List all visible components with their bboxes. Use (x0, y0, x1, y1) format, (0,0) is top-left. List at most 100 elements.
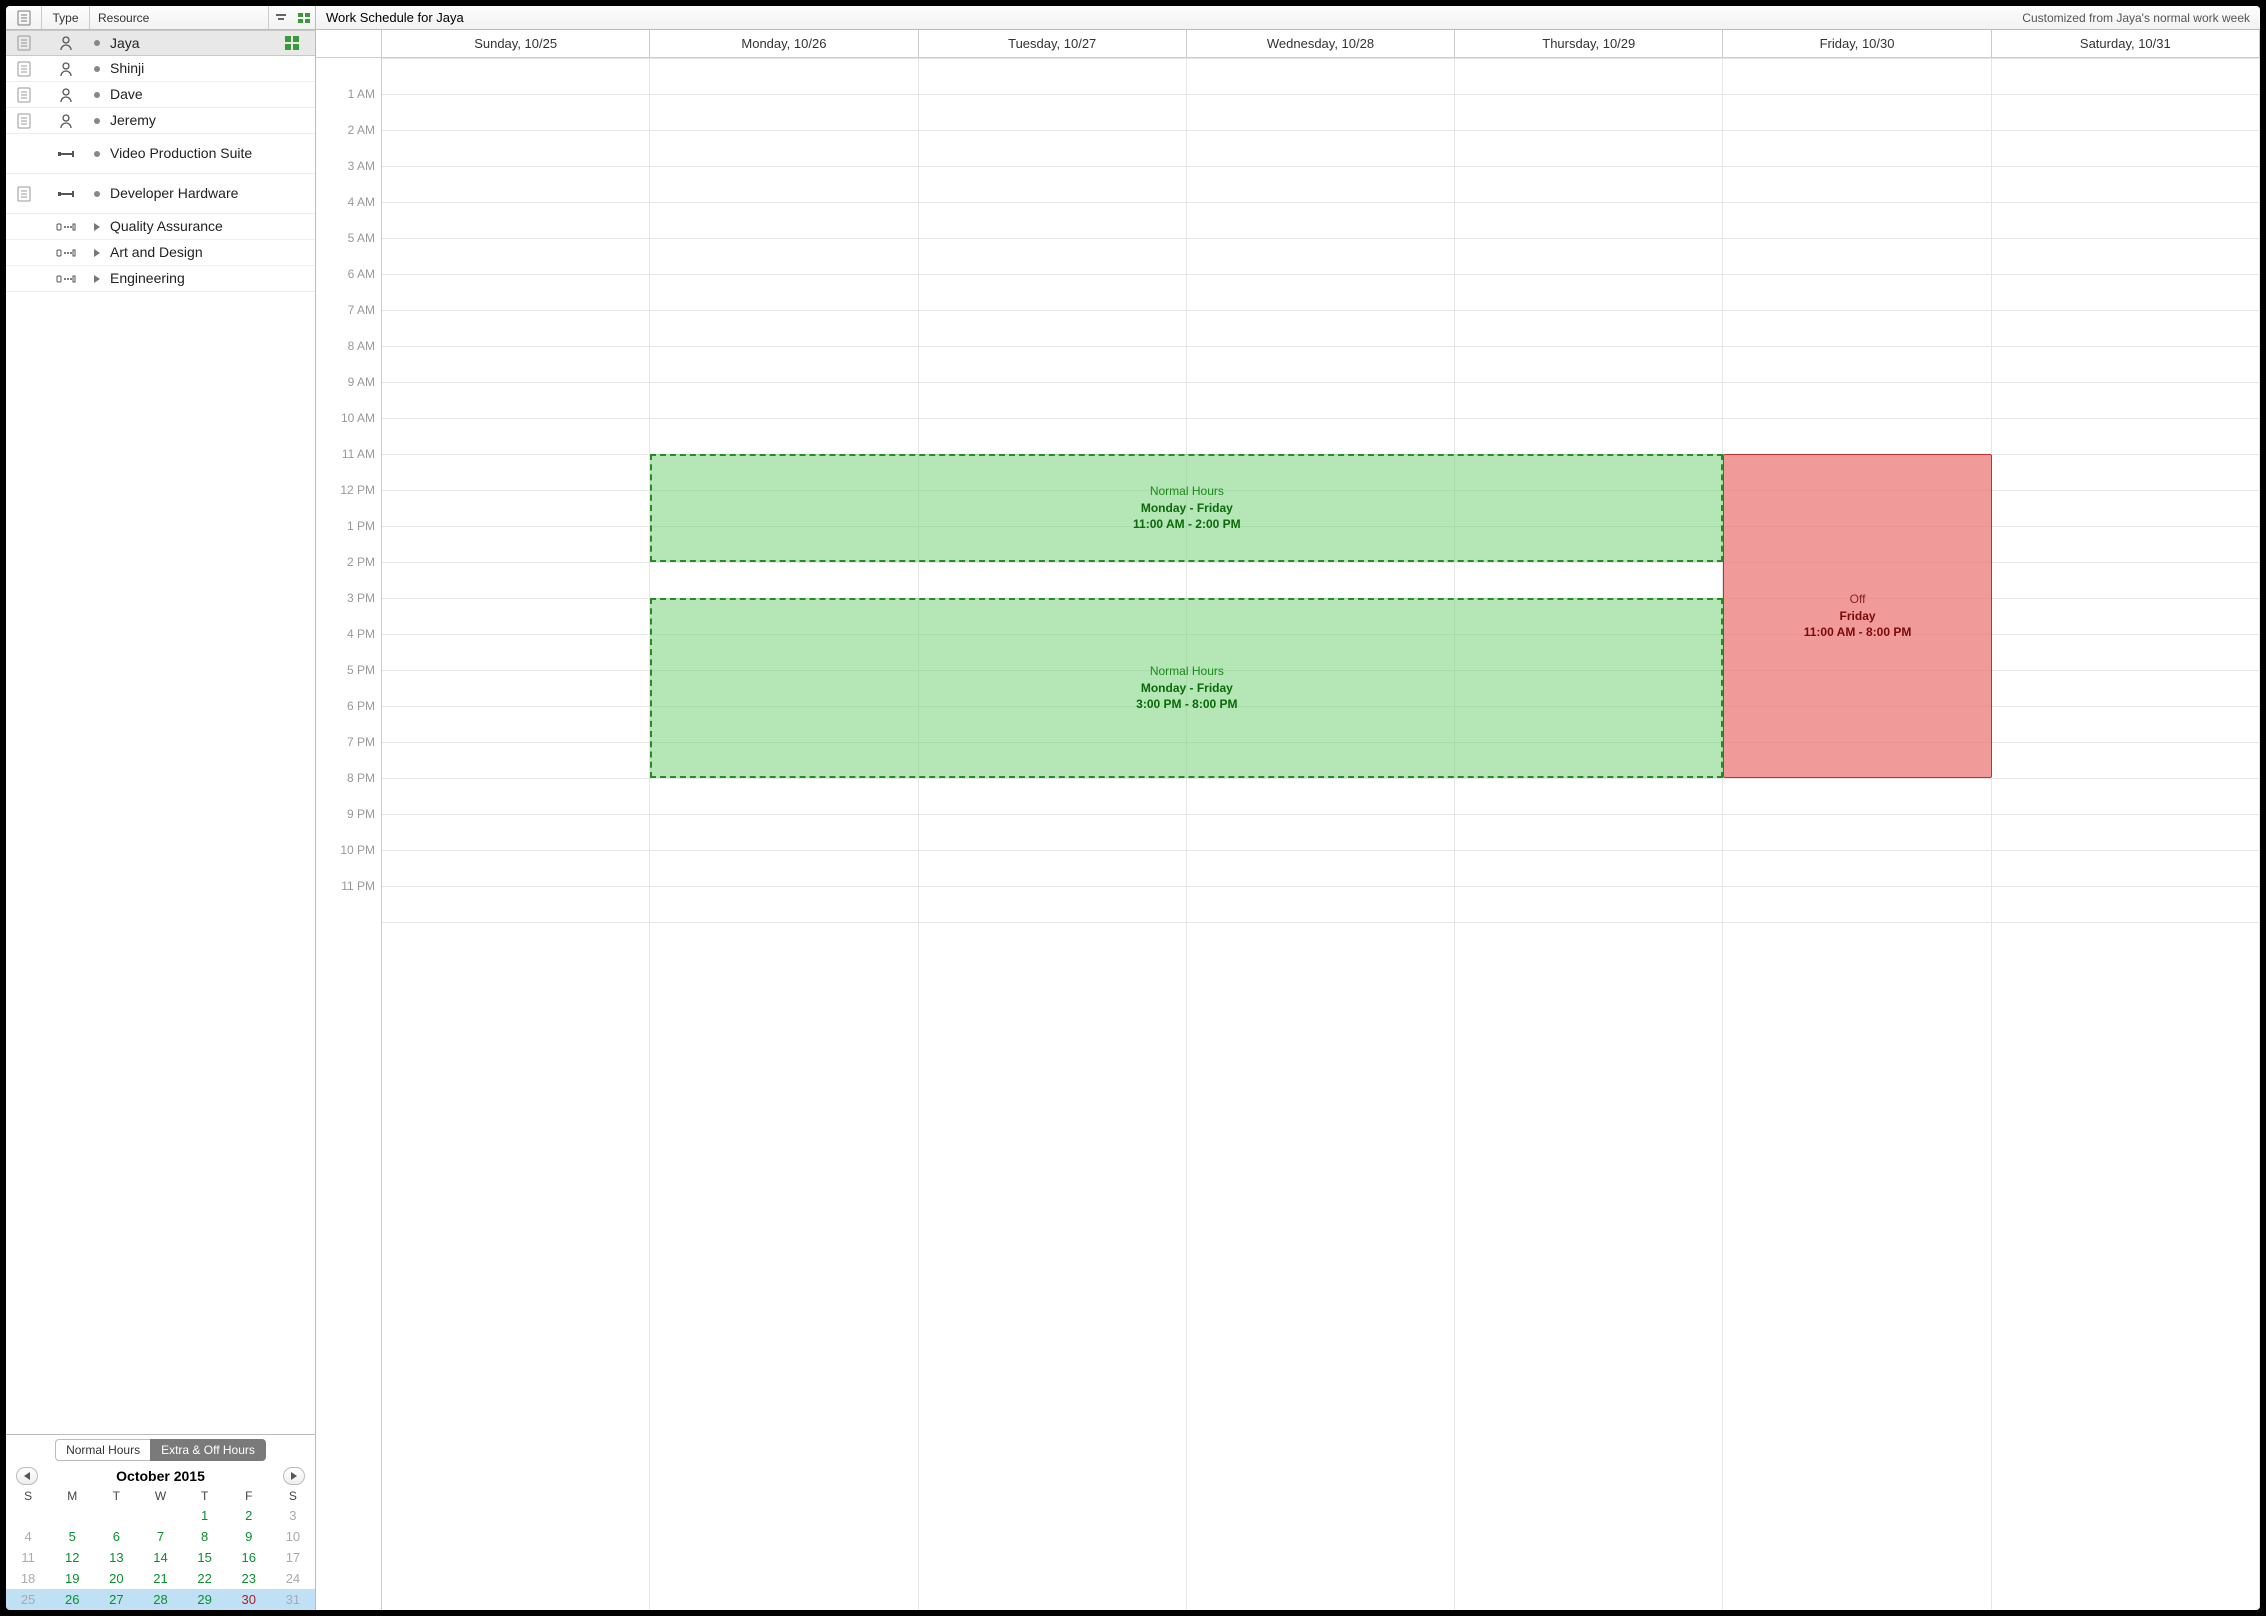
resource-row[interactable]: Developer Hardware (6, 174, 315, 214)
day-header: Sunday, 10/25 (382, 30, 650, 57)
note-icon (6, 87, 42, 103)
col-header-type[interactable]: Type (42, 6, 90, 29)
day-column[interactable] (650, 58, 918, 1610)
day-column[interactable] (1187, 58, 1455, 1610)
cal-day[interactable]: 30 (227, 1589, 271, 1610)
cal-day[interactable]: 5 (50, 1526, 94, 1547)
row-indicator (269, 35, 315, 51)
cal-day[interactable]: 19 (50, 1568, 94, 1589)
cal-day[interactable]: 8 (183, 1526, 227, 1547)
dow-header: W (138, 1487, 182, 1505)
resource-row[interactable]: Jeremy (6, 108, 315, 134)
cal-day[interactable]: 17 (271, 1547, 315, 1568)
block-days: Monday - Friday (1141, 500, 1233, 517)
cal-day[interactable]: 3 (271, 1505, 315, 1526)
resource-row[interactable]: Video Production Suite (6, 134, 315, 174)
cal-day[interactable]: 24 (271, 1568, 315, 1589)
hour-label: 4 AM (316, 195, 381, 231)
cal-day[interactable]: 6 (94, 1526, 138, 1547)
cal-day[interactable]: 23 (227, 1568, 271, 1589)
next-month-button[interactable] (283, 1467, 305, 1485)
day-column[interactable] (1992, 58, 2260, 1610)
cal-day[interactable]: 31 (271, 1589, 315, 1610)
time-gutter: 1 AM2 AM3 AM4 AM5 AM6 AM7 AM8 AM9 AM10 A… (316, 58, 382, 1610)
note-icon (6, 35, 42, 51)
cal-day[interactable]: 11 (6, 1547, 50, 1568)
cal-day[interactable] (94, 1505, 138, 1526)
hour-label: 11 AM (316, 447, 381, 483)
cal-day[interactable]: 28 (138, 1589, 182, 1610)
resource-row[interactable]: Shinji (6, 56, 315, 82)
hours-tabs: Normal Hours Extra & Off Hours (6, 1435, 315, 1465)
cal-day[interactable]: 29 (183, 1589, 227, 1610)
cal-day[interactable]: 1 (183, 1505, 227, 1526)
cal-day[interactable]: 21 (138, 1568, 182, 1589)
cal-day[interactable]: 20 (94, 1568, 138, 1589)
day-columns: Normal HoursMonday - Friday11:00 AM - 2:… (382, 58, 2260, 1610)
hour-label: 2 AM (316, 123, 381, 159)
resource-row[interactable]: Art and Design (6, 240, 315, 266)
normal-hours-block[interactable]: Normal HoursMonday - Friday3:00 PM - 8:0… (650, 598, 1723, 778)
resource-row[interactable]: Dave (6, 82, 315, 108)
day-column[interactable] (1723, 58, 1991, 1610)
dow-header: T (94, 1487, 138, 1505)
cal-day[interactable]: 25 (6, 1589, 50, 1610)
cal-day[interactable]: 27 (94, 1589, 138, 1610)
hour-label: 6 AM (316, 267, 381, 303)
day-column[interactable] (1455, 58, 1723, 1610)
month-nav: October 2015 (6, 1465, 315, 1487)
resource-name: Video Production Suite (110, 145, 252, 161)
tab-extra-off-hours[interactable]: Extra & Off Hours (150, 1439, 266, 1461)
block-time: 3:00 PM - 8:00 PM (1136, 696, 1237, 713)
cal-day[interactable]: 13 (94, 1547, 138, 1568)
prev-month-button[interactable] (16, 1467, 38, 1485)
note-icon (6, 61, 42, 77)
cal-day[interactable]: 18 (6, 1568, 50, 1589)
cal-day[interactable]: 22 (183, 1568, 227, 1589)
type-icon (42, 113, 90, 129)
filter-icon[interactable] (274, 11, 288, 25)
cal-day[interactable]: 16 (227, 1547, 271, 1568)
disclosure-icon[interactable] (94, 275, 100, 283)
col-header-resource[interactable]: Resource (90, 6, 269, 29)
bullet-icon (94, 40, 100, 46)
block-days: Monday - Friday (1141, 680, 1233, 697)
cal-day[interactable]: 7 (138, 1526, 182, 1547)
schedule-icon[interactable] (297, 11, 311, 25)
cal-day[interactable]: 15 (183, 1547, 227, 1568)
cal-day[interactable]: 10 (271, 1526, 315, 1547)
resource-row[interactable]: Engineering (6, 266, 315, 292)
schedule-grid[interactable]: 1 AM2 AM3 AM4 AM5 AM6 AM7 AM8 AM9 AM10 A… (316, 58, 2260, 1610)
cal-day[interactable] (138, 1505, 182, 1526)
cal-day[interactable]: 14 (138, 1547, 182, 1568)
tab-normal-hours[interactable]: Normal Hours (55, 1439, 150, 1461)
cal-day[interactable]: 2 (227, 1505, 271, 1526)
type-icon (42, 273, 90, 285)
day-column[interactable] (382, 58, 650, 1610)
cal-day[interactable] (6, 1505, 50, 1526)
normal-hours-block[interactable]: Normal HoursMonday - Friday11:00 AM - 2:… (650, 454, 1723, 562)
cal-day[interactable]: 12 (50, 1547, 94, 1568)
cal-day[interactable]: 9 (227, 1526, 271, 1547)
col-header-actions (269, 6, 315, 29)
cal-day[interactable]: 26 (50, 1589, 94, 1610)
hour-label: 11 PM (316, 879, 381, 915)
block-title: Normal Hours (1150, 663, 1224, 680)
day-column[interactable] (919, 58, 1187, 1610)
mini-calendar[interactable]: SMTWTFS123456789101112131415161718192021… (6, 1487, 315, 1610)
col-header-note[interactable] (6, 6, 42, 29)
resource-row[interactable]: Jaya (6, 30, 315, 56)
dow-header: S (6, 1487, 50, 1505)
cal-day[interactable]: 4 (6, 1526, 50, 1547)
disclosure-icon[interactable] (94, 249, 100, 257)
dow-header: M (50, 1487, 94, 1505)
bullet-icon (94, 66, 100, 72)
disclosure-icon[interactable] (94, 223, 100, 231)
off-block[interactable]: OffFriday11:00 AM - 8:00 PM (1723, 454, 1991, 778)
hour-label: 3 AM (316, 159, 381, 195)
day-header: Tuesday, 10/27 (919, 30, 1187, 57)
type-icon (42, 35, 90, 51)
cal-day[interactable] (50, 1505, 94, 1526)
resource-row[interactable]: Quality Assurance (6, 214, 315, 240)
hour-label: 9 AM (316, 375, 381, 411)
